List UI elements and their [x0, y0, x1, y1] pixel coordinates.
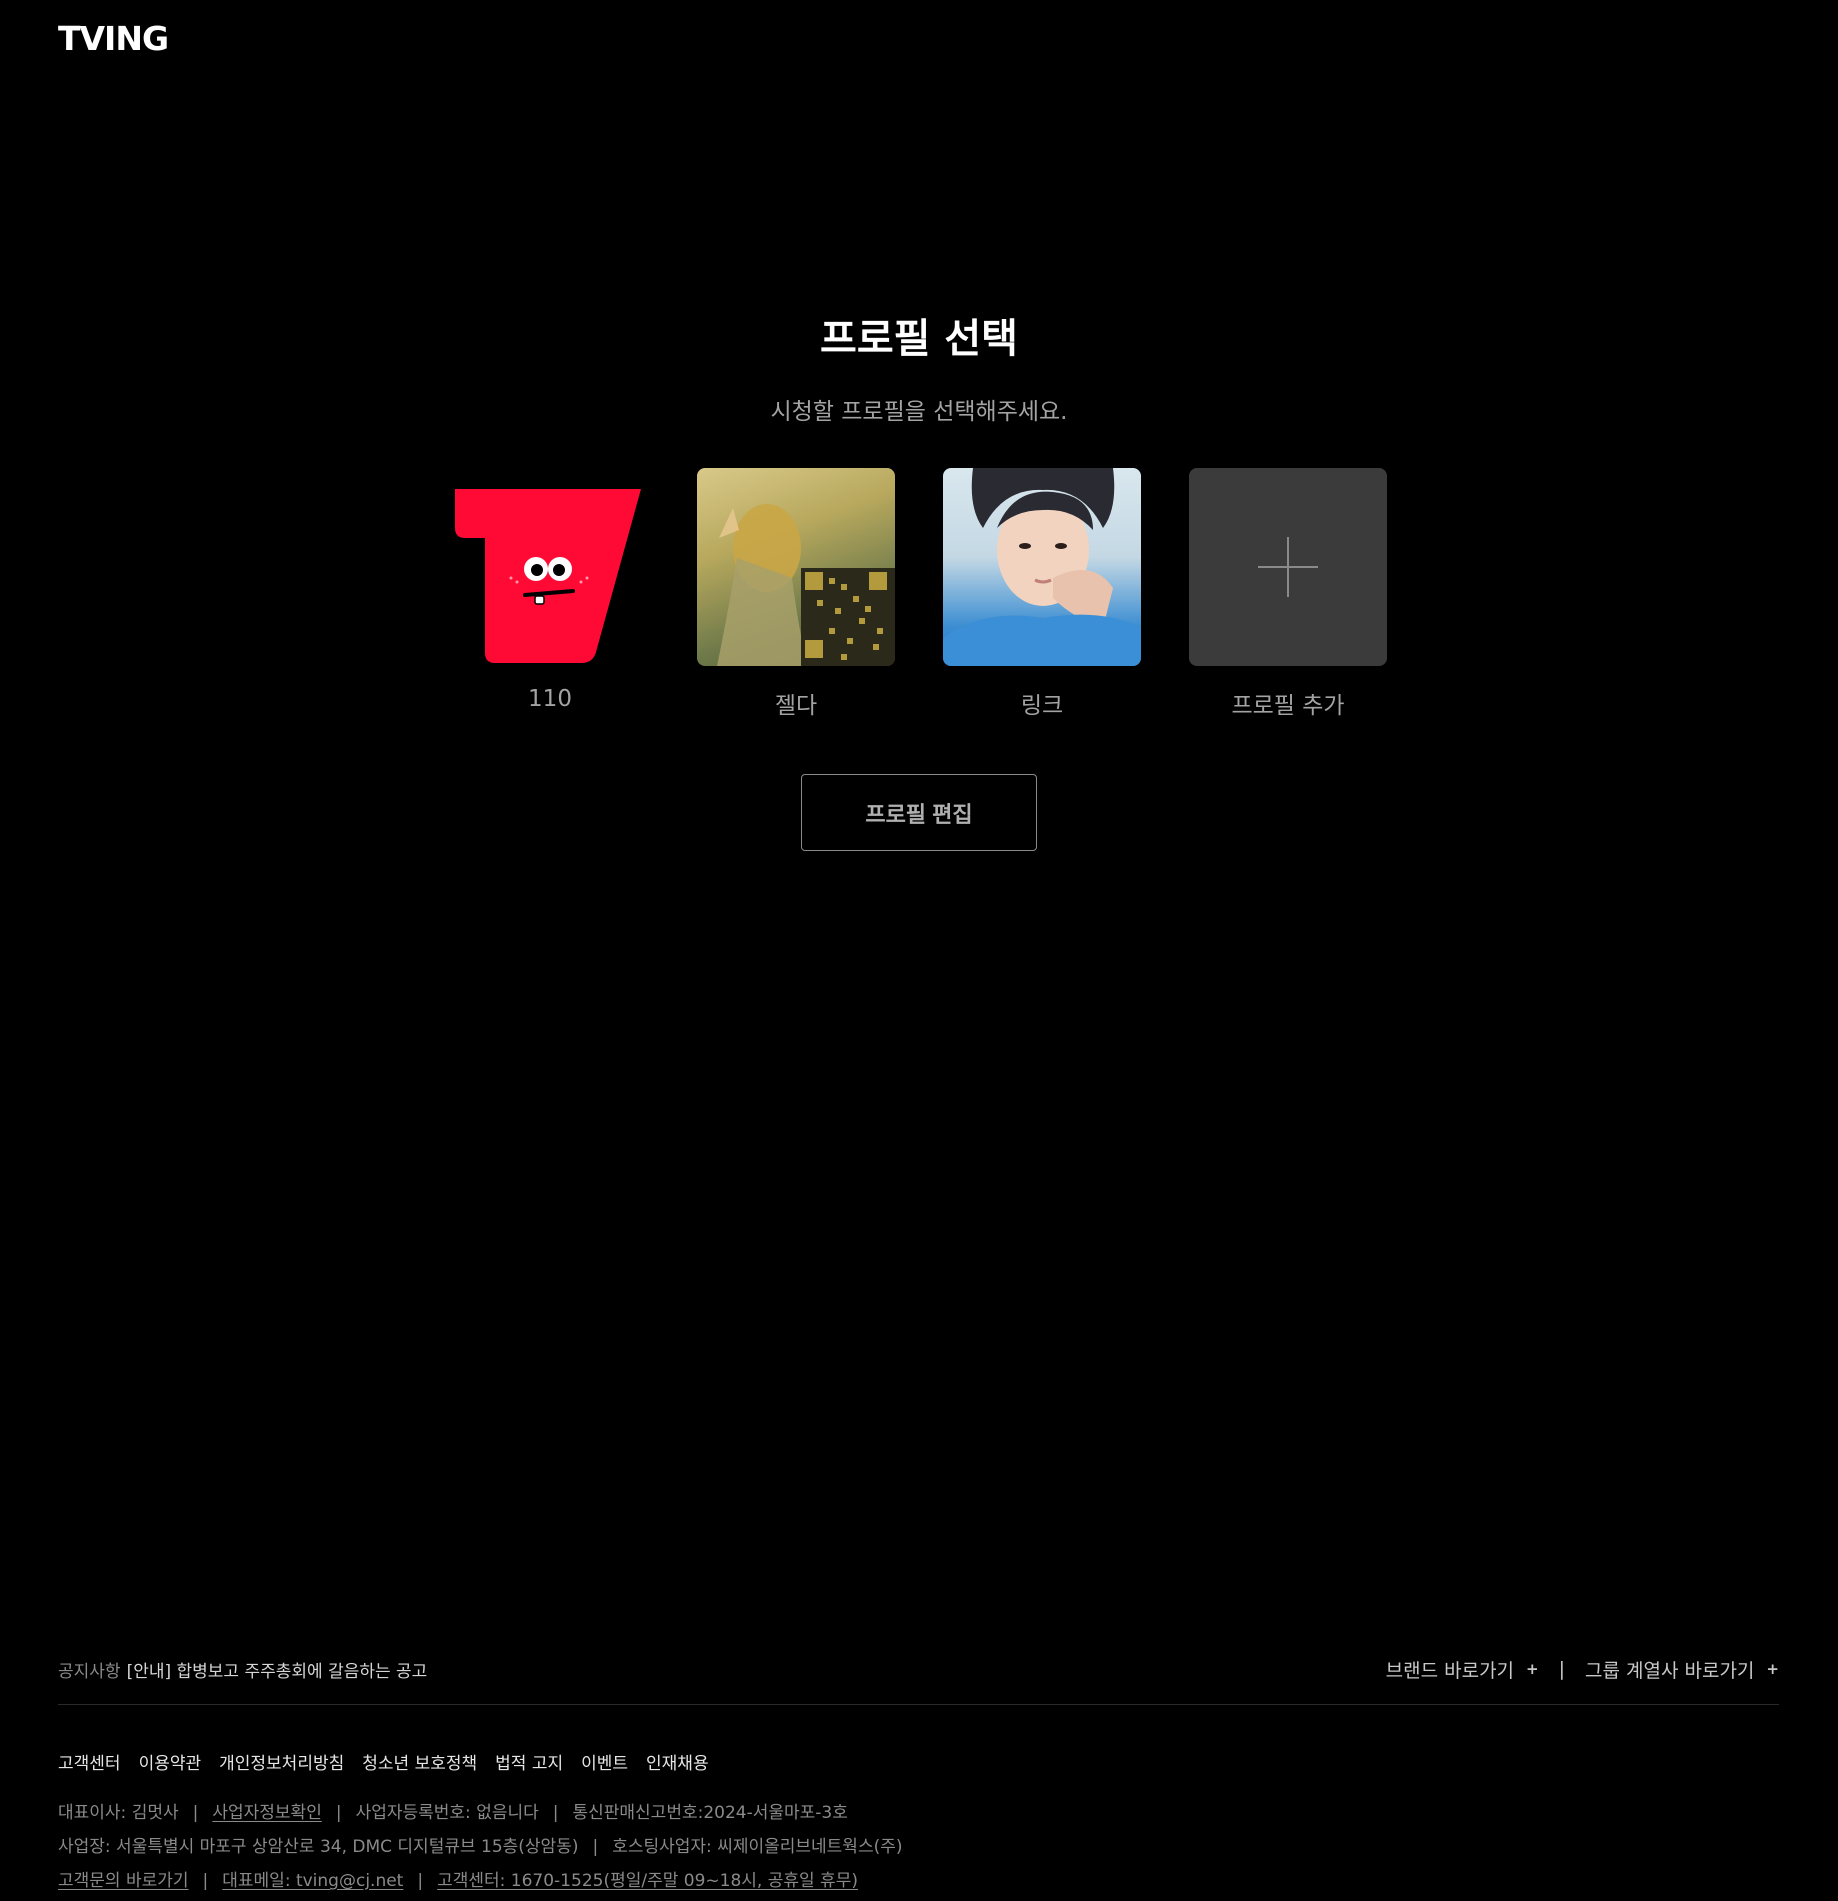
footer-link-privacy[interactable]: 개인정보처리방침	[219, 1749, 344, 1774]
group-plus-icon[interactable]: +	[1766, 1660, 1779, 1678]
zelda-portrait-image	[717, 504, 895, 666]
group-link[interactable]: 그룹 계열사 바로가기	[1585, 1656, 1754, 1683]
inquiry-link[interactable]: 고객문의 바로가기	[58, 1871, 189, 1891]
separator: |	[417, 1871, 424, 1891]
company-info: 대표이사: 김멋사 | 사업자정보확인 | 사업자등록번호: 없음니다 | 통신판매신고번호…	[58, 1796, 1779, 1898]
profile-list: 110 젤다 링크 프로필 추가	[0, 468, 1838, 720]
separator: |	[202, 1871, 209, 1891]
footer-links: 고객센터 이용약관 개인정보처리방침 청소년 보호정책 법적 고지 이벤트 인재…	[58, 1749, 1779, 1774]
separator: |	[592, 1837, 599, 1857]
tving-logo[interactable]: TVING	[58, 18, 169, 58]
logo-text: TVING	[58, 18, 169, 58]
profile-name: 프로필 추가	[1231, 693, 1345, 719]
separator: |	[335, 1803, 342, 1823]
brand-link[interactable]: 브랜드 바로가기	[1386, 1656, 1514, 1683]
family-links: 브랜드 바로가기 + | 그룹 계열사 바로가기 +	[1386, 1656, 1779, 1683]
divider: |	[1558, 1658, 1566, 1680]
ceo-text: 대표이사: 김멋사	[58, 1803, 179, 1823]
footer-divider	[58, 1704, 1779, 1705]
biz-info-link[interactable]: 사업자정보확인	[212, 1803, 321, 1823]
footer-link-customer-center[interactable]: 고객센터	[58, 1749, 121, 1774]
profile-avatar-link[interactable]	[943, 468, 1141, 666]
address-text: 사업장: 서울특별시 마포구 상암산로 34, DMC 디지털큐브 15층(상암…	[58, 1837, 579, 1857]
profile-avatar-tving-character[interactable]	[451, 468, 649, 666]
separator: |	[552, 1803, 559, 1823]
page-title: 프로필 선택	[820, 316, 1018, 362]
footer-link-terms[interactable]: 이용약관	[139, 1749, 202, 1774]
footer-link-event[interactable]: 이벤트	[581, 1749, 628, 1774]
profile-avatar-zelda[interactable]	[697, 468, 895, 666]
info-line-1: 대표이사: 김멋사 | 사업자정보확인 | 사업자등록번호: 없음니다 | 통신판매신고번호…	[58, 1796, 1779, 1830]
profile-name: 젤다	[774, 693, 818, 719]
footer-link-legal[interactable]: 법적 고지	[495, 1749, 563, 1774]
brand-plus-icon[interactable]: +	[1526, 1660, 1539, 1678]
notice: 공지사항 [안내] 합병보고 주주총회에 갈음하는 공고	[58, 1657, 427, 1682]
site-footer: 공지사항 [안내] 합병보고 주주총회에 갈음하는 공고 브랜드 바로가기 + |…	[58, 1650, 1779, 1898]
plus-icon-vertical	[1287, 537, 1289, 597]
profile-item-link[interactable]: 링크	[943, 468, 1141, 720]
hosting-text: 호스팅사업자: 씨제이올리브네트웍스(주)	[612, 1837, 903, 1857]
info-line-2: 사업장: 서울특별시 마포구 상암산로 34, DMC 디지털큐브 15층(상암…	[58, 1830, 1779, 1864]
page-subtitle: 시청할 프로필을 선택해주세요.	[770, 399, 1068, 425]
separator: |	[192, 1803, 199, 1823]
profile-name: 110	[528, 686, 572, 712]
footer-link-youth-policy[interactable]: 청소년 보호정책	[362, 1749, 477, 1774]
biz-reg-text: 사업자등록번호: 없음니다	[355, 1803, 539, 1823]
ecommerce-text: 통신판매신고번호:2024-서울마포-3호	[572, 1803, 848, 1823]
profile-item-add[interactable]: 프로필 추가	[1189, 468, 1387, 720]
notice-label: 공지사항	[58, 1661, 121, 1682]
email-link[interactable]: 대표메일: tving@cj.net	[222, 1871, 403, 1891]
customer-center-link[interactable]: 고객센터: 1670-1525(평일/주말 09~18시, 공휴일 휴무)	[437, 1871, 858, 1891]
profile-item-110[interactable]: 110	[451, 468, 649, 720]
notice-link[interactable]: [안내] 합병보고 주주총회에 갈음하는 공고	[127, 1662, 428, 1682]
notice-row: 공지사항 [안내] 합병보고 주주총회에 갈음하는 공고 브랜드 바로가기 + |…	[58, 1650, 1779, 1688]
footer-link-careers[interactable]: 인재채용	[646, 1749, 709, 1774]
profile-name: 링크	[1020, 693, 1064, 719]
edit-profile-button[interactable]: 프로필 편집	[801, 774, 1037, 851]
info-line-3: 고객문의 바로가기 | 대표메일: tving@cj.net | 고객센터: 1670-…	[58, 1864, 1779, 1898]
tving-character-icon	[455, 489, 641, 663]
link-portrait-image	[943, 468, 1141, 666]
profile-item-zelda[interactable]: 젤다	[697, 468, 895, 720]
add-profile-tile[interactable]	[1189, 468, 1387, 666]
